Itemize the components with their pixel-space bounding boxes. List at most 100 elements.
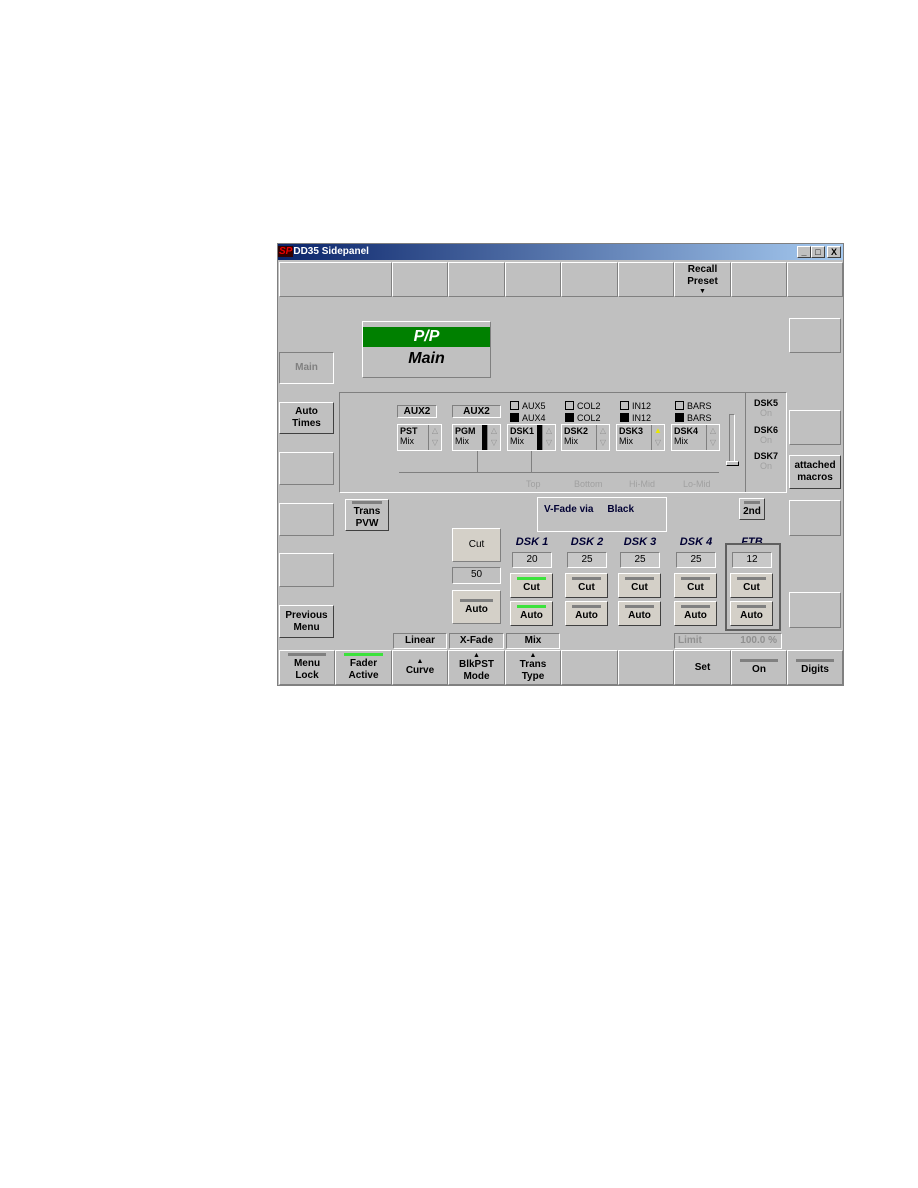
up-down-arrow-icon[interactable]: △ ▽: [706, 425, 719, 450]
pst-aux-source[interactable]: AUX2: [397, 405, 437, 418]
left-blank-button-3[interactable]: [279, 553, 334, 587]
trans-type-button[interactable]: ▲ Trans Type: [505, 650, 561, 685]
dsk3-auto-button[interactable]: Auto: [618, 601, 661, 626]
sp-logo: SP: [278, 246, 294, 257]
close-button[interactable]: X: [827, 246, 841, 258]
selector-mode: Mix: [619, 436, 633, 446]
dsk4-selector[interactable]: DSK4 Mix △ ▽: [671, 424, 720, 451]
limit-label: Limit: [678, 635, 702, 646]
minimize-button[interactable]: _: [797, 246, 811, 258]
checkbox[interactable]: [565, 401, 574, 410]
up-down-arrow-icon[interactable]: △ ▽: [487, 425, 500, 450]
top-button-4[interactable]: [505, 262, 561, 297]
fader-active-label: Fader Active: [348, 658, 379, 681]
up-down-arrow-icon[interactable]: ▲ ▽: [651, 425, 664, 450]
dsk-state: On: [759, 435, 772, 445]
maximize-button[interactable]: □: [811, 246, 825, 258]
right-blank-button-4[interactable]: [789, 592, 841, 628]
top-button-1[interactable]: [279, 262, 392, 297]
selector-mode: Mix: [510, 436, 524, 446]
left-blank-button-1[interactable]: [279, 452, 334, 485]
fader-active-button[interactable]: Fader Active: [335, 650, 392, 685]
checkbox[interactable]: [565, 413, 574, 422]
set-button[interactable]: Set: [674, 650, 731, 685]
attached-macros-button[interactable]: attached macros: [789, 455, 841, 489]
top-button-2[interactable]: [392, 262, 448, 297]
dsk1-rate-field[interactable]: 20: [512, 552, 552, 568]
pst-selector[interactable]: PST Mix △ ▽: [397, 424, 442, 451]
selector-mode: Mix: [564, 436, 578, 446]
on-button[interactable]: On: [731, 650, 787, 685]
dsk3-selector[interactable]: DSK3 Mix ▲ ▽: [616, 424, 665, 451]
up-down-arrow-icon[interactable]: △ ▽: [542, 425, 555, 450]
dsk4-cut-button[interactable]: Cut: [674, 573, 717, 598]
dsk2-fill-option[interactable]: COL2: [565, 401, 601, 411]
dsk2-auto-button[interactable]: Auto: [565, 601, 608, 626]
dsk6-status[interactable]: DSK6 On: [748, 425, 784, 445]
recall-preset-button[interactable]: Recall Preset ▼: [674, 262, 731, 297]
dsk2-rate-field[interactable]: 25: [567, 552, 607, 568]
dsk4-key-option[interactable]: BARS: [675, 413, 712, 423]
left-blank-button-2[interactable]: [279, 503, 334, 536]
selector-mode: Mix: [455, 436, 469, 446]
dsk3-cut-button[interactable]: Cut: [618, 573, 661, 598]
checkbox[interactable]: [620, 401, 629, 410]
indicator: [681, 605, 710, 608]
dsk4-fill-option[interactable]: BARS: [675, 401, 712, 411]
pgm-selector[interactable]: PGM Mix △ ▽: [452, 424, 501, 451]
checkbox[interactable]: [510, 413, 519, 422]
top-button-6[interactable]: [618, 262, 674, 297]
dsk-state: On: [759, 408, 772, 418]
menu-lock-button[interactable]: Menu Lock: [279, 650, 335, 685]
main-button[interactable]: Main: [279, 352, 334, 384]
checkbox[interactable]: [675, 401, 684, 410]
dsk2-selector[interactable]: DSK2 Mix △ ▽: [561, 424, 610, 451]
pgm-aux-source[interactable]: AUX2: [452, 405, 501, 418]
dsk3-title: DSK 3: [623, 536, 657, 548]
right-blank-button-1[interactable]: [789, 318, 841, 353]
vfade-box[interactable]: V-Fade via Black: [537, 497, 667, 532]
top-button-9[interactable]: [787, 262, 843, 297]
main-cut-button[interactable]: Cut: [452, 528, 501, 562]
previous-menu-button[interactable]: Previous Menu: [279, 605, 334, 638]
fader-track[interactable]: [729, 414, 735, 466]
top-button-8[interactable]: [731, 262, 787, 297]
main-rate-field[interactable]: 50: [452, 567, 501, 584]
dsk1-selector[interactable]: DSK1 Mix △ ▽: [507, 424, 556, 451]
top-button-5[interactable]: [561, 262, 618, 297]
right-blank-button-2[interactable]: [789, 410, 841, 445]
dsk3-key-option[interactable]: IN12: [620, 413, 651, 423]
checkbox[interactable]: [620, 413, 629, 422]
dsk4-rate-field[interactable]: 25: [676, 552, 716, 568]
dsk3-rate-field[interactable]: 25: [620, 552, 660, 568]
right-blank-button-3[interactable]: [789, 500, 841, 536]
second-button[interactable]: 2nd: [739, 498, 765, 520]
dsk1-key-option[interactable]: AUX4: [510, 413, 546, 423]
digits-button[interactable]: Digits: [787, 650, 843, 685]
indicator: [740, 659, 778, 662]
auto-times-label: Auto Times: [292, 406, 321, 429]
dsk2-key-option[interactable]: COL2: [565, 413, 601, 423]
up-down-arrow-icon[interactable]: △ ▽: [428, 425, 441, 450]
dsk3-fill-option[interactable]: IN12: [620, 401, 651, 411]
attached-macros-label: attached macros: [794, 460, 836, 483]
dsk4-auto-button[interactable]: Auto: [674, 601, 717, 626]
checkbox[interactable]: [510, 401, 519, 410]
dsk1-auto-button[interactable]: Auto: [510, 601, 553, 626]
bottom-blank-button-2[interactable]: [618, 650, 674, 685]
dsk5-status[interactable]: DSK5 On: [748, 398, 784, 418]
dsk1-fill-option[interactable]: AUX5: [510, 401, 546, 411]
bottom-blank-button-1[interactable]: [561, 650, 618, 685]
blkpst-mode-button[interactable]: ▲ BlkPST Mode: [448, 650, 505, 685]
dsk2-cut-button[interactable]: Cut: [565, 573, 608, 598]
dsk7-status[interactable]: DSK7 On: [748, 451, 784, 471]
fader-handle[interactable]: [726, 461, 739, 466]
trans-pvw-button[interactable]: Trans PVW: [345, 499, 389, 531]
dsk1-cut-button[interactable]: Cut: [510, 573, 553, 598]
checkbox[interactable]: [675, 413, 684, 422]
curve-button[interactable]: ▲ Curve: [392, 650, 448, 685]
auto-times-button[interactable]: Auto Times: [279, 402, 334, 434]
up-down-arrow-icon[interactable]: △ ▽: [596, 425, 609, 450]
top-button-3[interactable]: [448, 262, 505, 297]
main-auto-button[interactable]: Auto: [452, 590, 501, 624]
